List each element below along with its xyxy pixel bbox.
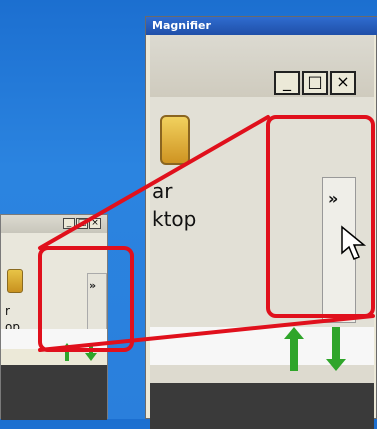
up-arrow-icon [61, 343, 73, 361]
chevron-right-icon[interactable]: » [89, 279, 96, 292]
magnified-text-line1: ar [152, 179, 173, 203]
small-window-content: r op » [1, 233, 107, 349]
magnified-maximize-button[interactable]: □ [302, 71, 328, 95]
magnified-text: ar ktop [152, 177, 196, 233]
magnifier-title: Magnifier [152, 19, 211, 32]
program-icon[interactable] [7, 269, 23, 293]
magnified-view: _ □ × ar ktop » [150, 35, 374, 429]
small-text-line1: r [5, 304, 10, 318]
cursor-icon [341, 225, 367, 260]
small-window: _ □ × r op » [0, 214, 108, 420]
small-maximize-button[interactable]: □ [76, 218, 88, 229]
small-window-titlebar: _ □ × [1, 215, 107, 233]
magnified-close-button[interactable]: × [330, 71, 356, 95]
chevron-right-icon[interactable]: » [328, 189, 338, 208]
down-arrow-icon [326, 327, 346, 371]
up-arrow-icon [284, 327, 304, 371]
magnifier-titlebar[interactable]: Magnifier [146, 17, 377, 35]
small-minimize-button[interactable]: _ [63, 218, 75, 229]
small-dark-area [1, 365, 107, 420]
program-icon[interactable] [160, 115, 190, 165]
magnified-arrows [284, 327, 346, 371]
down-arrow-icon [85, 343, 97, 361]
magnified-dark-area [150, 383, 374, 429]
magnified-text-line2: ktop [152, 207, 197, 231]
magnified-minimize-button[interactable]: _ [274, 71, 300, 95]
magnifier-window: Magnifier _ □ × ar ktop » [145, 16, 377, 429]
magnified-titlebar: _ □ × [150, 35, 374, 97]
small-arrows [61, 343, 97, 361]
small-close-button[interactable]: × [89, 218, 101, 229]
